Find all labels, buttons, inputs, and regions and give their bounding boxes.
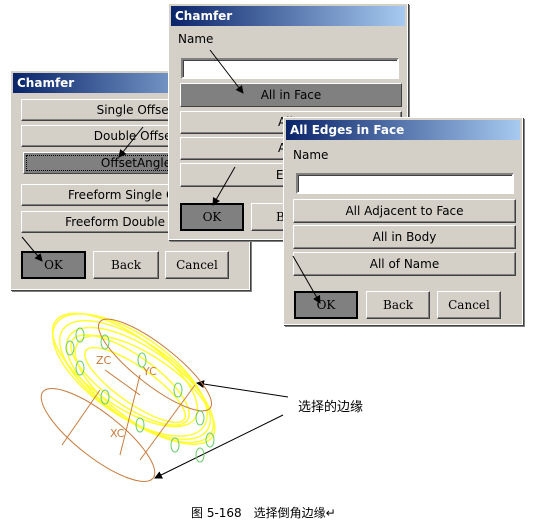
arrow [196, 380, 289, 398]
all-adjacent-to-face-button[interactable]: All Adjacent to Face [293, 199, 516, 223]
name-label: Name [293, 148, 329, 162]
cancel-button[interactable]: Cancel [437, 291, 501, 319]
axis-label-yc: YC [142, 365, 157, 378]
name-input[interactable] [181, 58, 399, 79]
dialog-title: Chamfer [171, 6, 405, 26]
axis-label-zc: ZC [96, 354, 112, 367]
back-button[interactable]: Back [93, 251, 159, 279]
all-in-face-button[interactable]: All in Face [180, 83, 402, 107]
axis-label-xc: XC [110, 427, 125, 440]
arrow [154, 414, 284, 479]
ok-button[interactable]: OK [294, 291, 358, 319]
name-label: Name [178, 32, 214, 46]
dialog-title: All Edges in Face [286, 120, 520, 140]
all-edges-in-face-dialog: All Edges in Face Name All Adjacent to F… [283, 117, 523, 325]
ok-button[interactable]: OK [180, 203, 244, 231]
cancel-button[interactable]: Cancel [165, 251, 229, 279]
selected-edges-annotation: 选择的边缘 [298, 400, 364, 415]
ok-button[interactable]: OK [21, 251, 86, 279]
model-graphic: ZC YC XC [40, 312, 216, 482]
figure-caption: 图 5-168 选择倒角边缘↵ [191, 506, 336, 520]
back-button[interactable]: Back [366, 291, 430, 319]
name-input[interactable] [296, 173, 514, 194]
all-in-body-button[interactable]: All in Body [293, 225, 516, 249]
all-of-name-button[interactable]: All of Name [293, 252, 516, 276]
